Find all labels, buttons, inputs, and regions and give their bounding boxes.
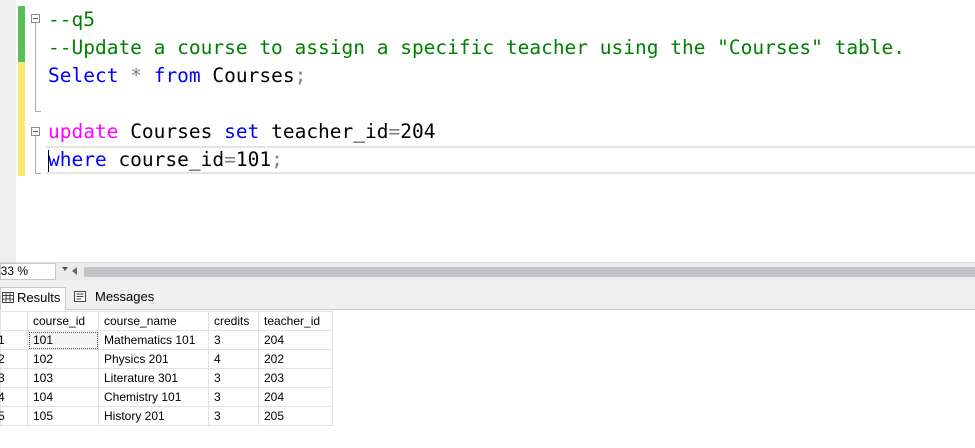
- table-cell[interactable]: Mathematics 101: [98, 330, 209, 350]
- row-number[interactable]: 3: [0, 368, 28, 388]
- tab-results-label: Results: [17, 290, 61, 305]
- code-token: --Update a course to assign a specific t…: [48, 36, 906, 59]
- table-cell[interactable]: 4: [208, 349, 259, 369]
- table-cell[interactable]: 104: [27, 387, 99, 407]
- table-cell[interactable]: 202: [258, 349, 333, 369]
- table-cell[interactable]: 203: [258, 368, 333, 388]
- results-table: course_id course_name credits teacher_id…: [0, 311, 333, 426]
- code-line[interactable]: Select * from Courses;: [48, 62, 306, 90]
- column-header[interactable]: credits: [208, 311, 259, 331]
- code-token: from: [153, 64, 201, 87]
- code-line[interactable]: where course_id=101;: [48, 146, 283, 174]
- scroll-left-icon[interactable]: [72, 267, 77, 275]
- code-token: teacher_id: [259, 120, 389, 143]
- table-cell[interactable]: 3: [208, 406, 259, 426]
- column-header[interactable]: course_name: [98, 311, 209, 331]
- table-cell[interactable]: 102: [27, 349, 99, 369]
- results-grid[interactable]: course_id course_name credits teacher_id…: [0, 311, 975, 448]
- outline-end: [35, 173, 41, 174]
- table-cell[interactable]: 204: [258, 387, 333, 407]
- table-cell[interactable]: Literature 301: [98, 368, 209, 388]
- outline-end: [35, 111, 41, 112]
- code-token: 204: [400, 120, 436, 143]
- row-number[interactable]: 2: [0, 349, 28, 369]
- outline-line: [35, 136, 36, 173]
- row-number[interactable]: 1: [0, 330, 28, 350]
- collapse-box-icon[interactable]: [31, 14, 40, 23]
- zoom-dropdown[interactable]: 133 %: [0, 263, 56, 280]
- column-header[interactable]: teacher_id: [258, 311, 333, 331]
- table-cell[interactable]: 3: [208, 387, 259, 407]
- code-token: ;: [294, 64, 307, 87]
- code-token: Courses: [118, 120, 225, 143]
- table-row[interactable]: 3 103 Literature 301 3 203: [0, 368, 333, 388]
- code-token: ;: [271, 148, 283, 171]
- table-cell[interactable]: 105: [27, 406, 99, 426]
- row-number[interactable]: 5: [0, 406, 28, 426]
- collapse-box-icon[interactable]: [31, 127, 40, 136]
- horizontal-scrollbar-thumb[interactable]: [84, 267, 975, 277]
- tab-messages-label: Messages: [95, 289, 155, 304]
- code-token: where: [48, 148, 107, 171]
- code-token: 101: [235, 148, 272, 171]
- table-cell[interactable]: 204: [258, 330, 333, 350]
- outline-line: [35, 23, 36, 111]
- table-cell[interactable]: 3: [208, 330, 259, 350]
- header-row: course_id course_name credits teacher_id: [0, 311, 333, 331]
- code-token: update: [48, 120, 119, 143]
- saved-change-bar: [18, 6, 25, 62]
- code-line[interactable]: --q5: [48, 6, 95, 34]
- table-row[interactable]: 2 102 Physics 201 4 202: [0, 349, 333, 369]
- table-row[interactable]: 1 101 Mathematics 101 3 204: [0, 330, 333, 350]
- code-line[interactable]: update Courses set teacher_id=204: [48, 118, 435, 146]
- table-cell[interactable]: Chemistry 101: [98, 387, 209, 407]
- chevron-down-icon[interactable]: [62, 267, 68, 271]
- table-cell[interactable]: History 201: [98, 406, 209, 426]
- table-cell[interactable]: Physics 201: [98, 349, 209, 369]
- code-token: Courses: [200, 64, 295, 87]
- code-token: course_id: [106, 148, 225, 171]
- table-cell[interactable]: 103: [27, 368, 99, 388]
- editor-margin: [0, 0, 16, 262]
- unsaved-change-bar: [18, 62, 25, 176]
- code-token: --q5: [48, 8, 95, 31]
- tab-results[interactable]: Results: [0, 287, 66, 310]
- code-token: Select: [48, 64, 119, 87]
- code-token: *: [130, 64, 142, 87]
- messages-icon: [74, 291, 86, 302]
- code-token: set: [224, 120, 260, 143]
- column-header[interactable]: course_id: [27, 311, 99, 331]
- text-caret: [48, 150, 49, 172]
- row-number[interactable]: 4: [0, 387, 28, 407]
- table-cell[interactable]: 101: [27, 330, 99, 350]
- tab-messages[interactable]: Messages: [70, 287, 162, 310]
- editor-status-bar: 133 %: [0, 262, 975, 280]
- grid-icon: [2, 292, 14, 303]
- table-cell[interactable]: 205: [258, 406, 333, 426]
- table-cell[interactable]: 3: [208, 368, 259, 388]
- query-editor[interactable]: --q5 --Update a course to assign a speci…: [0, 0, 975, 262]
- row-number-header[interactable]: [0, 311, 28, 331]
- table-row[interactable]: 4 104 Chemistry 101 3 204: [0, 387, 333, 407]
- results-tab-bar: Results Messages: [0, 280, 975, 310]
- table-row[interactable]: 5 105 History 201 3 205: [0, 406, 333, 426]
- code-token: =: [388, 120, 401, 143]
- zoom-value: 133 %: [0, 264, 29, 278]
- code-token: =: [224, 148, 236, 171]
- code-line[interactable]: --Update a course to assign a specific t…: [48, 34, 905, 62]
